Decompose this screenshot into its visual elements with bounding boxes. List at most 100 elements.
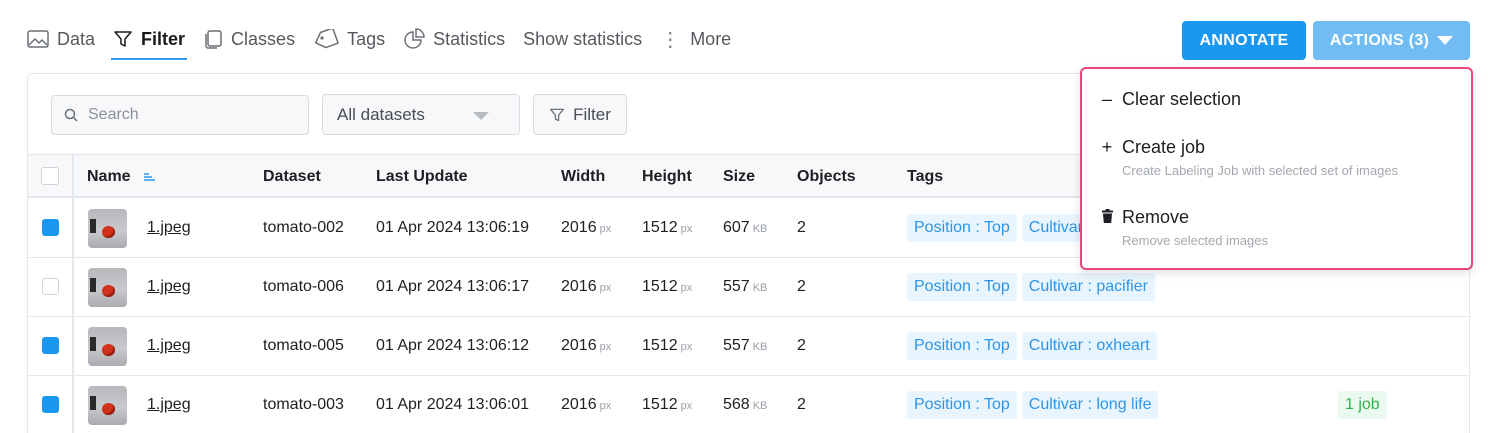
height-cell: 1512 px [642,396,693,413]
tags-cell: Position : Top Cultivar : long life [907,391,1163,419]
file-name-link[interactable]: 1.jpeg [147,396,191,413]
actions-dropdown-menu: – Clear selection + Create job Create Labe… [1080,67,1473,270]
column-divider [72,154,74,433]
caret-down-icon [1437,36,1454,45]
tab-label: Data [57,28,96,49]
image-thumbnail[interactable] [88,268,127,307]
dataset-cell: tomato-006 [263,278,344,295]
tag-badge[interactable]: Cultivar : pacifier [1021,273,1155,301]
row-checkbox[interactable] [42,396,59,413]
tag-badge[interactable]: Position : Top [907,391,1017,419]
file-name-link[interactable]: 1.jpeg [147,278,191,295]
last-update-cell: 01 Apr 2024 13:06:01 [376,396,530,413]
tab-tags[interactable]: Tags [313,22,385,56]
tag-badge[interactable]: Cultivar : oxheart [1021,332,1157,360]
objects-cell: 2 [797,396,806,413]
search-box[interactable] [51,95,309,135]
filter-button[interactable]: Filter [533,94,627,135]
table-row[interactable]: 1.jpeg tomato-003 01 Apr 2024 13:06:01 2… [28,376,1469,433]
objects-cell: 2 [797,337,806,354]
width-cell: 2016 px [561,219,612,236]
height-cell: 1512 px [642,278,693,295]
tag-badge[interactable]: Position : Top [907,214,1017,242]
width-cell: 2016 px [561,337,612,354]
tab-filter[interactable]: Filter [111,22,188,60]
tab-more[interactable]: ⋮ More [660,22,731,56]
search-icon [64,108,78,122]
width-cell: 2016 px [561,278,612,295]
column-objects[interactable]: Objects [797,155,856,199]
table-row[interactable]: 1.jpeg tomato-005 01 Apr 2024 13:06:12 2… [28,317,1469,376]
file-name-link[interactable]: 1.jpeg [147,337,191,354]
row-checkbox[interactable] [42,278,59,295]
height-cell: 1512 px [642,219,693,236]
dataset-select-value: All datasets [337,104,425,124]
top-tab-bar: Data Filter Classes Tags Statistics Show… [27,22,749,62]
dataset-cell: tomato-002 [263,219,344,236]
image-thumbnail[interactable] [88,386,127,425]
image-thumbnail[interactable] [88,209,127,248]
tab-label: Filter [141,28,186,49]
tab-show-statistics[interactable]: Show statistics [523,22,642,56]
image-icon [27,30,49,48]
column-last-update[interactable]: Last Update [376,155,468,199]
select-all-checkbox[interactable] [41,167,59,185]
last-update-cell: 01 Apr 2024 13:06:12 [376,337,530,354]
menu-item-create-job[interactable]: + Create job Create Labeling Job with sel… [1100,137,1398,178]
tags-cell: Position : Top Cultivar : pacifier [907,273,1160,301]
tag-badge[interactable]: Position : Top [907,332,1017,360]
dataset-cell: tomato-005 [263,337,344,354]
objects-cell: 2 [797,278,806,295]
menu-item-remove[interactable]: Remove Remove selected images [1100,207,1268,248]
objects-cell: 2 [797,219,806,236]
size-cell: 557 KB [723,278,768,295]
column-size[interactable]: Size [723,155,755,199]
plus-icon: + [1101,137,1113,157]
row-checkbox[interactable] [42,219,59,236]
column-tags[interactable]: Tags [907,155,943,199]
tab-data[interactable]: Data [27,22,95,56]
dataset-select[interactable]: All datasets [322,94,520,135]
annotate-button[interactable]: ANNOTATE [1182,21,1306,60]
tab-label: Statistics [433,28,506,49]
tab-label: Classes [231,28,296,49]
tab-label: Tags [347,28,386,49]
column-width[interactable]: Width [561,155,605,199]
filter-button-label: Filter [573,104,611,124]
row-checkbox[interactable] [42,337,59,354]
tag-badge[interactable]: Position : Top [907,273,1017,301]
chevron-down-icon [473,112,489,120]
minus-icon: – [1101,89,1112,109]
actions-button[interactable]: ACTIONS (3) [1313,21,1470,60]
classes-icon [205,30,222,49]
size-cell: 568 KB [723,396,768,413]
column-dataset[interactable]: Dataset [263,155,321,199]
job-badge[interactable]: 1 job [1338,391,1387,419]
dataset-cell: tomato-003 [263,396,344,413]
tab-statistics[interactable]: Statistics [403,22,505,56]
size-cell: 607 KB [723,219,768,236]
image-thumbnail[interactable] [88,327,127,366]
tags-cell: Position : Top Cultivar [907,214,1095,242]
column-name[interactable]: Name [87,155,156,199]
last-update-cell: 01 Apr 2024 13:06:19 [376,219,530,236]
more-vertical-icon: ⋮ [660,28,681,51]
column-height[interactable]: Height [642,155,692,199]
search-input[interactable] [88,106,288,124]
tab-classes[interactable]: Classes [203,22,295,56]
actions-label: ACTIONS (3) [1329,31,1430,49]
sort-icon[interactable] [143,172,156,182]
width-cell: 2016 px [561,396,612,413]
jobs-cell: 1 job [1338,391,1387,419]
pie-chart-icon [404,28,425,49]
menu-item-clear-selection[interactable]: – Clear selection [1100,89,1241,110]
filter-icon [550,108,565,121]
menu-item-description: Remove selected images [1122,233,1268,248]
menu-item-description: Create Labeling Job with selected set of… [1122,163,1399,178]
tab-label: Show statistics [523,28,643,49]
trash-icon [1100,207,1114,228]
size-cell: 557 KB [723,337,768,354]
tag-badge[interactable]: Cultivar : long life [1021,391,1159,419]
file-name-link[interactable]: 1.jpeg [147,219,191,236]
last-update-cell: 01 Apr 2024 13:06:17 [376,278,530,295]
